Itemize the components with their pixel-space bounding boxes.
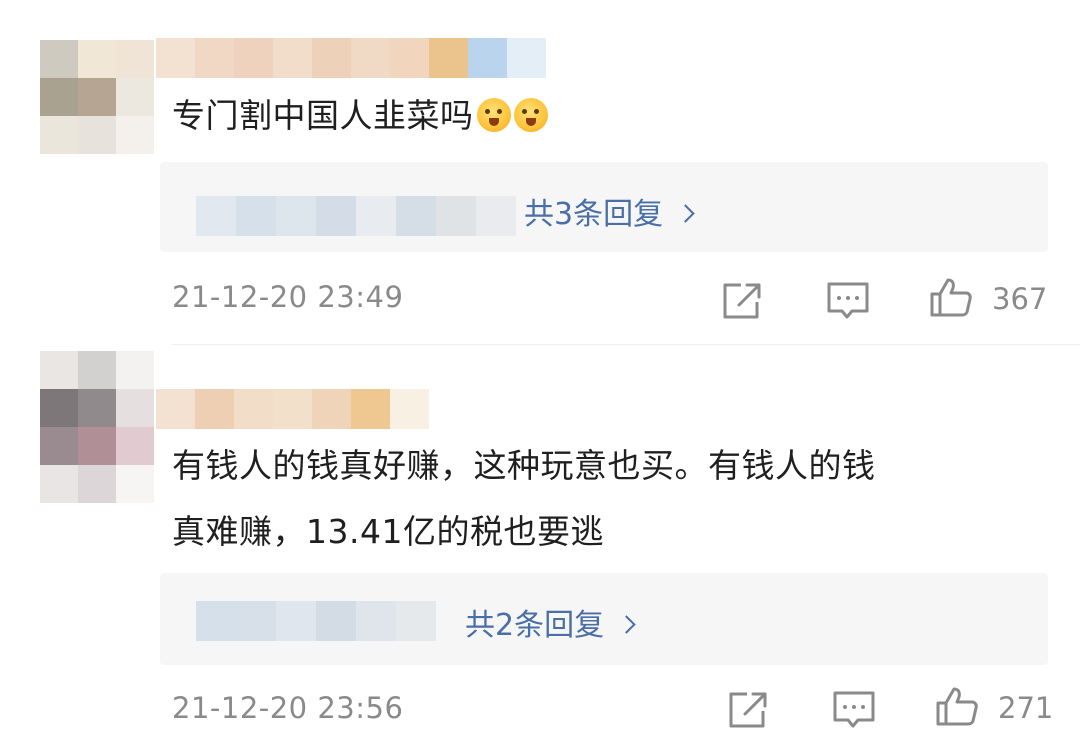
like-count: 367	[992, 282, 1048, 316]
replies-preview[interactable]: 共3条回复	[160, 162, 1048, 252]
share-icon[interactable]	[727, 690, 771, 730]
thumbs-up-icon[interactable]	[935, 686, 979, 726]
share-icon[interactable]	[721, 281, 765, 321]
chevron-right-icon	[617, 615, 636, 634]
timestamp: 21-12-20 23:49	[172, 280, 404, 314]
comment-icon[interactable]	[832, 690, 876, 730]
shy-smile-emoji-icon	[513, 98, 548, 132]
shy-smile-emoji-icon	[476, 98, 511, 132]
thumbs-up-icon[interactable]	[929, 277, 973, 317]
chevron-right-icon	[676, 204, 695, 223]
username[interactable]	[156, 38, 546, 78]
view-replies-link[interactable]: 共3条回复	[524, 189, 695, 233]
replies-preview[interactable]: 共2条回复	[160, 573, 1048, 665]
reply-preview-blurred	[196, 601, 436, 641]
avatar[interactable]	[40, 40, 154, 154]
timestamp: 21-12-20 23:56	[172, 691, 404, 725]
comment-text: 有钱人的钱真好赚，这种玩意也买。有钱人的钱 真难赚，13.41亿的税也要逃	[172, 446, 876, 551]
comment-text: 专门割中国人韭菜吗	[172, 88, 548, 143]
view-replies-link[interactable]: 共2条回复	[465, 600, 636, 644]
reply-preview-blurred	[196, 196, 516, 236]
comment-item: 有钱人的钱真好赚，这种玩意也买。有钱人的钱 真难赚，13.41亿的税也要逃 共2…	[0, 345, 1080, 742]
username[interactable]	[156, 389, 429, 429]
avatar[interactable]	[40, 351, 154, 503]
comment-item: 专门割中国人韭菜吗 共3条回复 21-12-20 23:49 367	[0, 0, 1080, 345]
comment-icon[interactable]	[826, 281, 870, 321]
like-count: 271	[998, 691, 1054, 725]
